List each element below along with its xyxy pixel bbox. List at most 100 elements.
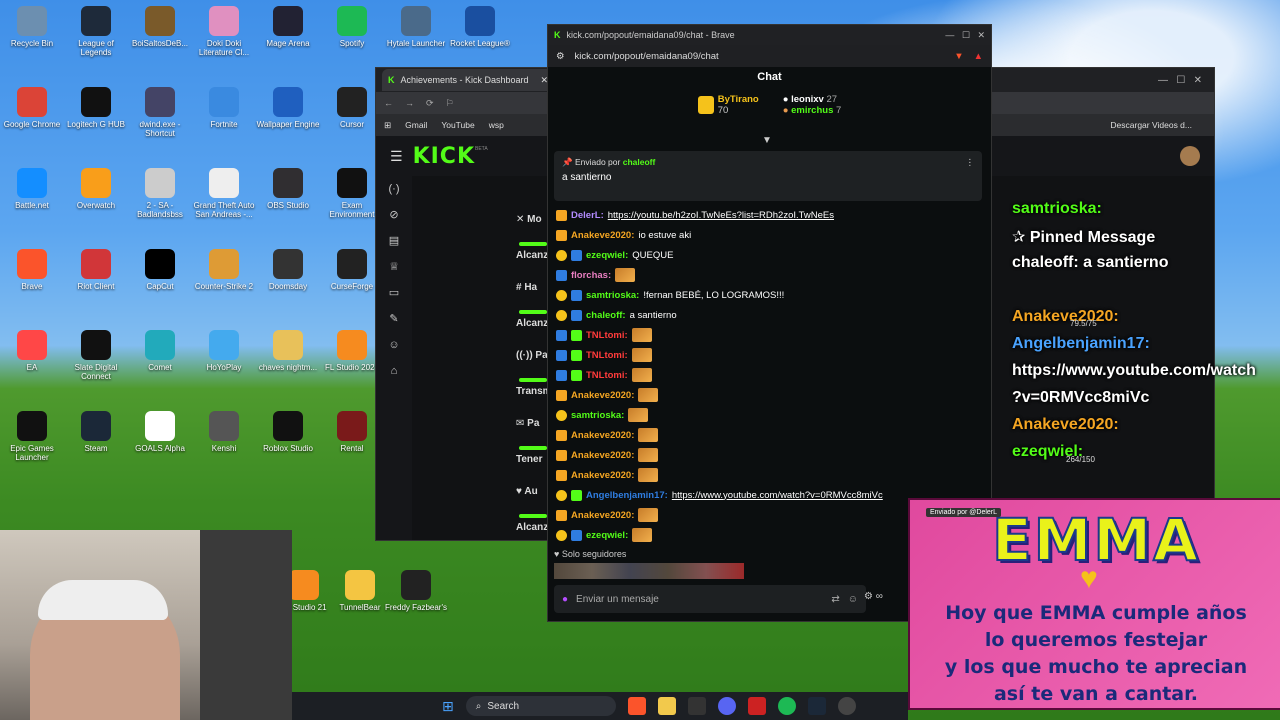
desktop-icon[interactable]: Hytale Launcher — [384, 6, 448, 48]
desktop-icon[interactable]: CapCut — [128, 249, 192, 291]
sidebar-icon[interactable]: ♕ — [376, 254, 412, 280]
brave-taskbar-icon[interactable] — [627, 697, 646, 715]
chat-address-bar[interactable]: ⚙ kick.com/popout/emaidana09/chat ▼ ▲ — [548, 45, 991, 67]
spotify-taskbar-icon[interactable] — [777, 697, 796, 715]
desktop-icon[interactable]: HoYoPlay — [192, 330, 256, 372]
discord-taskbar-icon[interactable] — [717, 697, 736, 715]
chevron-down-icon[interactable]: ▼ — [762, 135, 772, 146]
more-icon[interactable]: ⋮ — [966, 157, 975, 168]
chat-username[interactable]: samtrioska: — [586, 290, 639, 301]
steam-taskbar-icon[interactable] — [807, 697, 826, 715]
sidebar-icon[interactable]: ▭ — [376, 280, 412, 306]
taskbar-search[interactable]: ⌕ Search — [465, 696, 616, 716]
terminal-taskbar-icon[interactable] — [687, 697, 706, 715]
desktop-icon[interactable]: Kenshi — [192, 411, 256, 453]
start-icon[interactable]: ⊞ — [442, 698, 454, 715]
pinned-by-user[interactable]: chaleoff — [623, 157, 656, 167]
desktop-icon[interactable]: Logitech G HUB — [64, 87, 128, 129]
desktop-icon[interactable]: dwind.exe - Shortcut — [128, 87, 192, 138]
desktop-icon[interactable]: EA — [0, 330, 64, 372]
brave-shield-icon[interactable]: ▼ — [954, 51, 963, 62]
desktop-icon[interactable]: Roblox Studio — [256, 411, 320, 453]
chat-username[interactable]: Anakeve2020: — [571, 510, 634, 521]
menu-icon[interactable]: ☰ — [390, 148, 403, 165]
bookmark-icon[interactable]: ⚐ — [446, 98, 454, 109]
desktop-icon[interactable]: Freddy Fazbear's — [384, 570, 448, 612]
desktop-icon[interactable]: TunnelBear — [328, 570, 392, 612]
desktop-icon[interactable]: Counter-Strike 2 — [192, 249, 256, 291]
chat-username[interactable]: florchas: — [571, 270, 611, 281]
avatar[interactable] — [1180, 146, 1200, 166]
desktop-icon[interactable]: Comet — [128, 330, 192, 372]
sidebar-icon[interactable]: ▤ — [376, 228, 412, 254]
chat-username[interactable]: Anakeve2020: — [571, 390, 634, 401]
chat-username[interactable]: TNLtomi: — [586, 350, 628, 361]
desktop-icon[interactable]: Mage Arena — [256, 6, 320, 48]
desktop-icon[interactable]: BoiSaltosDeB... — [128, 6, 192, 48]
desktop-icon[interactable]: Brave — [0, 249, 64, 291]
desktop-icon[interactable]: Wallpaper Engine — [256, 87, 320, 129]
site-info-icon[interactable]: ⚙ — [556, 51, 565, 62]
desktop-icon[interactable]: Epic Games Launcher — [0, 411, 64, 462]
desktop-icon[interactable]: Grand Theft Auto San Andreas -... — [192, 168, 256, 219]
kick-logo[interactable]: KICK — [413, 144, 475, 169]
bookmark-youtube[interactable]: YouTube — [441, 120, 474, 130]
chat-username[interactable]: ezeqwiel: — [586, 530, 628, 541]
chat-link[interactable]: https://www.youtube.com/watch?v=0RMVcc8m… — [672, 490, 883, 501]
bookmark-descargar[interactable]: Descargar Videos d... — [1110, 120, 1192, 130]
sidebar-icon[interactable]: ⊘ — [376, 202, 412, 228]
window-controls[interactable]: — ☐ ✕ — [1158, 75, 1202, 86]
emoji-icon[interactable]: ☺ — [848, 594, 858, 605]
explorer-taskbar-icon[interactable] — [657, 697, 676, 715]
desktop-icon[interactable]: GOALS Alpha — [128, 411, 192, 453]
settings-icon[interactable]: ⚙ ∞ — [864, 591, 883, 602]
desktop-icon[interactable]: 2 - SA - Badlandsbss — [128, 168, 192, 219]
translate-icon[interactable]: ⇄ — [831, 594, 839, 605]
gifter-1[interactable]: ByTirano 70 — [697, 94, 759, 116]
bookmark-wsp[interactable]: wsp — [489, 120, 504, 130]
gifter-name[interactable]: leonixv — [791, 94, 824, 105]
desktop-icon[interactable]: Rocket League® — [448, 6, 512, 48]
mic-icon[interactable]: ● — [562, 594, 568, 605]
desktop-icon[interactable]: Doomsday — [256, 249, 320, 291]
chat-username[interactable]: Anakeve2020: — [571, 230, 634, 241]
reload-icon[interactable]: ⟳ — [426, 98, 434, 109]
brave-rewards-icon[interactable]: ▲ — [974, 51, 983, 62]
gifter-name[interactable]: emirchus — [791, 105, 833, 116]
chat-username[interactable]: Anakeve2020: — [571, 450, 634, 461]
desktop-icon[interactable]: Steam — [64, 411, 128, 453]
tab-achievements[interactable]: K Achievements - Kick Dashboard ✕ — [382, 69, 554, 91]
desktop-icon[interactable]: League of Legends — [64, 6, 128, 57]
desktop-icon[interactable]: Google Chrome — [0, 87, 64, 129]
desktop-icon[interactable]: Doki Doki Literature Cl... — [192, 6, 256, 57]
back-icon[interactable]: ← — [384, 98, 393, 108]
sidebar-icon[interactable]: (·) — [376, 176, 412, 202]
chat-input-placeholder[interactable]: Enviar un mensaje — [576, 594, 659, 605]
emote-bar[interactable] — [554, 563, 744, 579]
desktop-icon[interactable]: Fortnite — [192, 87, 256, 129]
chat-url[interactable]: kick.com/popout/emaidana09/chat — [575, 51, 719, 62]
sidebar-icon[interactable]: ✎ — [376, 306, 412, 332]
chat-username[interactable]: DelerL: — [571, 210, 604, 221]
chat-username[interactable]: Anakeve2020: — [571, 470, 634, 481]
desktop-icon[interactable]: Slate Digital Connect — [64, 330, 128, 381]
chat-link[interactable]: https://youtu.be/h2zoI.TwNeEs?list=RDh2z… — [608, 210, 834, 221]
bookmark-gmail[interactable]: Gmail — [405, 120, 427, 130]
forward-icon[interactable]: → — [405, 98, 414, 108]
chat-username[interactable]: Angelbenjamin17: — [586, 490, 668, 501]
chat-username[interactable]: ezeqwiel: — [586, 250, 628, 261]
apps-icon[interactable]: ⊞ — [384, 120, 391, 131]
desktop-icon[interactable]: Recycle Bin — [0, 6, 64, 48]
desktop-icon[interactable]: Overwatch — [64, 168, 128, 210]
chat-username[interactable]: chaleoff: — [586, 310, 626, 321]
desktop-icon[interactable]: OBS Studio — [256, 168, 320, 210]
pinned-message[interactable]: 📌 Enviado por chaleoff ⋮ a santierno — [554, 151, 982, 201]
obs-taskbar-icon[interactable] — [837, 697, 856, 715]
chat-username[interactable]: Anakeve2020: — [571, 430, 634, 441]
chat-input[interactable]: ● Enviar un mensaje ⇄ ☺ — [554, 585, 866, 613]
desktop-icon[interactable]: Battle.net — [0, 168, 64, 210]
desktop-icon[interactable]: chaves nightm... — [256, 330, 320, 372]
sidebar-icon[interactable]: ⌂ — [376, 358, 412, 384]
chat-window-controls[interactable]: — ☐ ✕ — [945, 30, 985, 41]
app-taskbar-icon[interactable] — [747, 697, 766, 715]
